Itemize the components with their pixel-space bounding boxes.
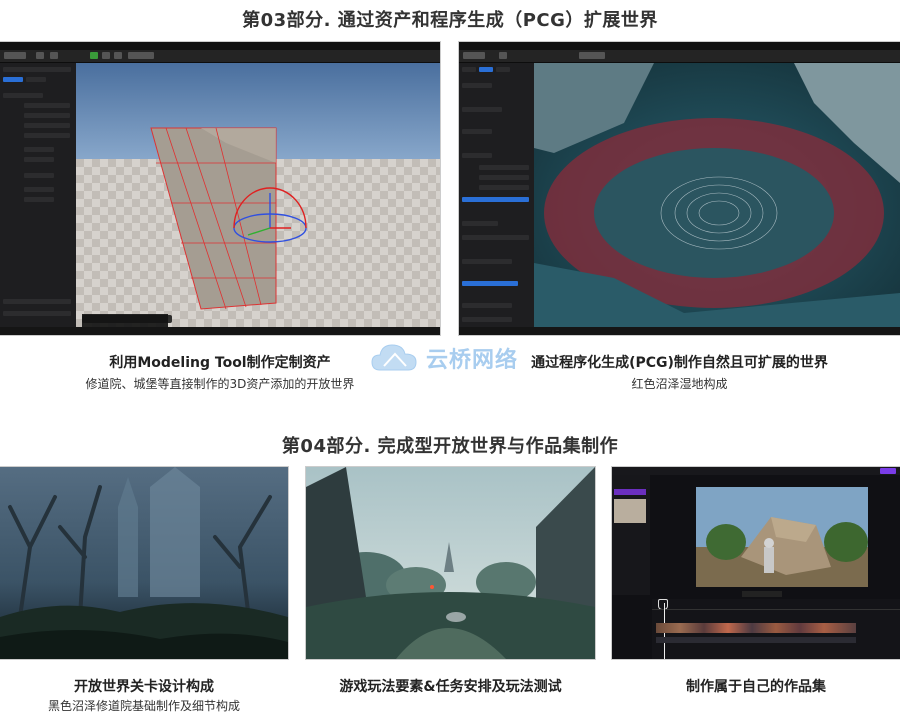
section-4-card-3-caption: 制作属于自己的作品集 <box>686 679 826 695</box>
editor-toolbar <box>459 50 900 63</box>
modeling-details-panel[interactable] <box>0 63 76 327</box>
modeling-tool-screenshot <box>0 42 440 335</box>
gameplay-test-screenshot <box>306 467 595 659</box>
playback-controls[interactable] <box>742 591 782 597</box>
editor-menubar <box>459 42 900 50</box>
section-3-card-1-subcaption: 修道院、城堡等直接制作的3D资产添加的开放世界 <box>85 377 355 391</box>
section-3-card-2-caption: 通过程序化生成(PCG)制作自然且可扩展的世界 <box>531 355 828 371</box>
pcg-details-panel[interactable] <box>459 63 534 327</box>
section-4-card-1-caption: 开放世界关卡设计构成 <box>74 679 214 695</box>
media-thumbnail[interactable] <box>614 499 646 523</box>
section-4-card-2-caption: 游戏玩法要素&任务安排及玩法测试 <box>339 679 562 695</box>
audio-track[interactable] <box>656 637 856 643</box>
editor-status-bar <box>0 327 440 335</box>
play-icon[interactable] <box>90 52 98 59</box>
pcg-viewport[interactable] <box>534 63 900 327</box>
video-editor-topbar <box>612 467 900 475</box>
video-track[interactable] <box>656 623 856 633</box>
video-preview[interactable] <box>696 487 868 587</box>
editor-toolbar <box>0 50 440 63</box>
section-3-card-1-caption: 利用Modeling Tool制作定制资产 <box>109 355 331 371</box>
media-library-panel[interactable] <box>612 475 650 595</box>
swamp-level-scene <box>0 467 288 659</box>
editor-status-bar <box>459 327 900 335</box>
export-button[interactable] <box>880 468 896 474</box>
section-3-card-2-subcaption: 红色沼泽湿地构成 <box>631 377 728 391</box>
editor-menubar <box>0 42 440 50</box>
portfolio-editor-screenshot <box>612 467 900 659</box>
timeline-panel[interactable] <box>652 599 900 659</box>
pcg-swamp-screenshot <box>459 42 900 335</box>
modeling-viewport[interactable] <box>76 63 440 327</box>
swamp-level-screenshot <box>0 467 288 659</box>
section-3-title: 第03部分. 通过资产和程序生成（PCG）扩展世界 <box>242 10 658 31</box>
timeline-ruler <box>652 609 900 610</box>
section-4-card-1-subcaption: 黑色沼泽修道院基础制作及细节构成 <box>47 699 240 713</box>
gameplay-scene <box>306 467 595 659</box>
section-4-title: 第04部分. 完成型开放世界与作品集制作 <box>281 436 619 457</box>
